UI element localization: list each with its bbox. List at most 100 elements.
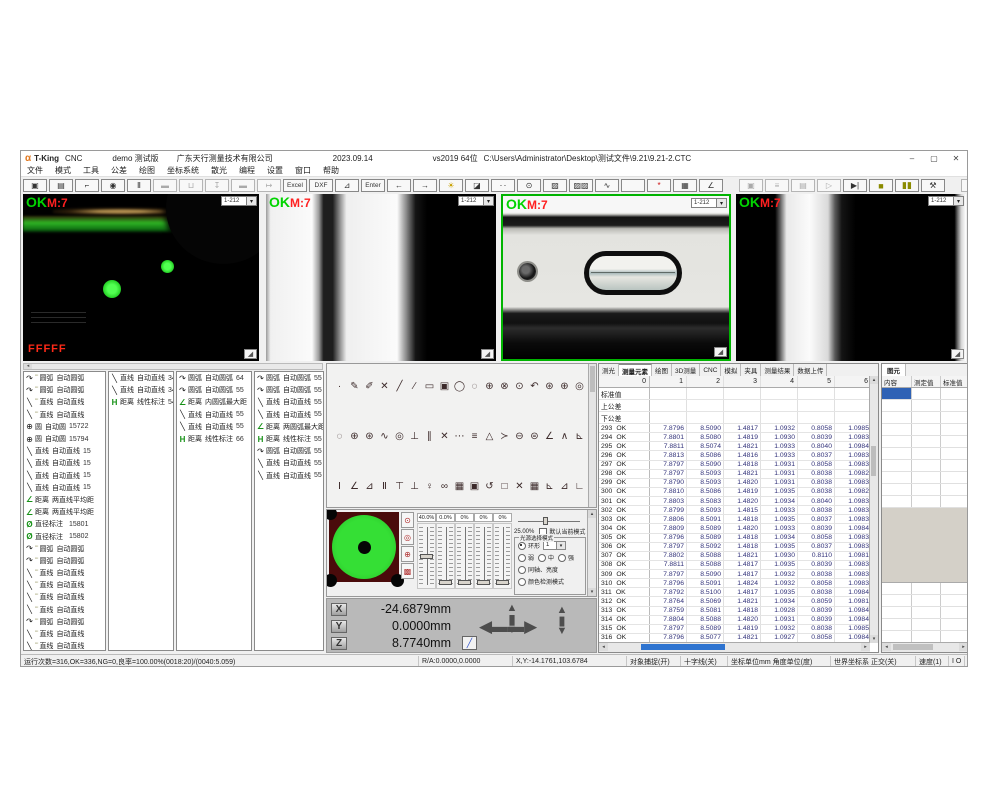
menu-窗口[interactable]: 窗口 <box>289 165 317 176</box>
list-item[interactable]: ↷'''圆弧自动圆弧 <box>24 616 105 628</box>
slider-thumb[interactable] <box>458 580 471 585</box>
excel-button[interactable]: Excel <box>283 179 307 192</box>
slider-track[interactable] <box>455 523 474 589</box>
level-weak-radio[interactable] <box>518 554 526 562</box>
measure-tool-button[interactable]: ⊖ <box>512 428 527 444</box>
jog-down-icon[interactable]: ▼ <box>505 625 519 635</box>
slider-thumb[interactable] <box>477 580 490 585</box>
z-down-icon[interactable]: ▼ <box>555 626 569 636</box>
feature-lists-scrollbar[interactable]: ◂ <box>23 363 323 370</box>
enter-button[interactable]: Enter <box>361 179 385 192</box>
table-row[interactable]: 310OK7.87968.50911.48241.09320.80581.098… <box>599 579 870 588</box>
save-button[interactable]: ▣ <box>23 179 47 192</box>
menu-文件[interactable]: 文件 <box>21 165 49 176</box>
play-outline-button[interactable]: ▷ <box>817 179 841 192</box>
scroll-left-icon[interactable]: ◂ <box>599 643 608 651</box>
element-row[interactable] <box>882 595 968 607</box>
chevron-down-icon[interactable]: ▾ <box>717 198 727 208</box>
jog-right-icon[interactable]: ▶ <box>524 617 535 636</box>
element-panel-scrollbar[interactable]: ◂ ▸ <box>882 642 968 652</box>
z-jog-arrows[interactable]: ▲▮▼ <box>555 605 569 636</box>
panel2-button[interactable]: ▬ <box>231 179 255 192</box>
tab-CNC[interactable]: CNC <box>700 364 721 376</box>
measure-tool-button[interactable]: ⊜ <box>527 428 542 444</box>
jog-arrows[interactable]: ◀▬▬▶ ▲▮▼ <box>479 603 545 649</box>
list-item[interactable]: ↷圆弧自动圆弧55 <box>255 372 323 384</box>
element-row[interactable] <box>882 388 968 400</box>
list-item[interactable]: ↷'''圆弧自动圆弧 <box>24 555 105 567</box>
table-row[interactable]: 297OK7.87978.50901.48181.09310.80581.098… <box>599 461 870 470</box>
table-row[interactable]: 308OK7.88118.50881.48171.09350.80391.098… <box>599 561 870 570</box>
table-row[interactable]: 312OK7.87648.50691.48211.09340.80591.098… <box>599 597 870 606</box>
measure-tool-button[interactable]: ⊕ <box>347 428 362 444</box>
measure-tool-button[interactable]: ↺ <box>482 478 497 494</box>
ring-select[interactable]: 1▾ <box>543 541 566 550</box>
menu-编程[interactable]: 编程 <box>233 165 261 176</box>
measure-tool-button[interactable]: ⊛ <box>362 428 377 444</box>
menu-设置[interactable]: 设置 <box>261 165 289 176</box>
slider-track[interactable] <box>474 523 493 589</box>
table-row[interactable]: 296OK7.88138.50861.48161.09330.80371.098… <box>599 451 870 460</box>
element-row[interactable] <box>882 496 968 508</box>
measure-tool-button[interactable]: ∞ <box>437 478 452 494</box>
camera-view-2[interactable]: OKM:7 1-212▾ ◢ <box>266 194 496 361</box>
list-item[interactable]: ↷圆弧自动圆弧55 <box>255 445 323 457</box>
camera1-range-dropdown[interactable]: 1-212▾ <box>221 196 257 206</box>
table-row[interactable]: 305OK7.87968.50891.48181.09340.80581.098… <box>599 534 870 543</box>
tab-测量结果[interactable]: 测量结果 <box>761 364 794 376</box>
list-item[interactable]: ∠距离内圆弧最大距 <box>177 396 251 408</box>
measure-tool-button[interactable]: ⊕ <box>557 378 572 394</box>
list-item[interactable]: ╲'''直线自动直线 <box>24 567 105 579</box>
close-button[interactable]: ✕ <box>945 152 967 165</box>
measure-tool-button[interactable]: ⊙ <box>512 378 527 394</box>
measure-tool-button[interactable]: ◎ <box>392 428 407 444</box>
measure-down-button[interactable]: ↧ <box>205 179 229 192</box>
list-item[interactable]: ╲直线自动直线15 <box>24 445 105 457</box>
list-item[interactable]: ∠距离两圆弧最大距 <box>255 421 323 433</box>
table-row[interactable]: 315OK7.87978.50891.48191.09320.80381.098… <box>599 625 870 634</box>
list-item[interactable]: ╲直线自动直线55 <box>255 457 323 469</box>
slider-thumb[interactable] <box>420 554 433 559</box>
hatch-wide-button[interactable]: ▨▨ <box>569 179 593 192</box>
jog-left-icon[interactable]: ◀ <box>479 617 490 636</box>
element-row[interactable] <box>882 436 968 448</box>
edge-tool-button[interactable]: ⌐ <box>75 179 99 192</box>
camera2-range-dropdown[interactable]: 1-212▾ <box>458 196 494 206</box>
folder2-button[interactable]: ▤ <box>791 179 815 192</box>
list-item[interactable]: ╲直线自动直线15 <box>24 482 105 494</box>
list-item[interactable]: ↷圆弧自动圆弧55 <box>255 384 323 396</box>
chevron-down-icon[interactable]: ▾ <box>247 196 257 206</box>
measure-tool-button[interactable]: ✕ <box>437 428 452 444</box>
list-item[interactable]: ↷'''圆弧自动圆弧 <box>24 384 105 396</box>
measure-tool-button[interactable]: Ⅱ <box>377 478 392 494</box>
star-button[interactable]: * <box>647 179 671 192</box>
measure-tool-button[interactable]: ⊕ <box>482 378 497 394</box>
menu-绘图[interactable]: 绘图 <box>133 165 161 176</box>
list-item[interactable]: ╲'''直线自动直线 <box>24 640 105 651</box>
light-button[interactable]: ☀ <box>439 179 463 192</box>
list-item[interactable]: ⊕圆自动圆15794 <box>24 433 105 445</box>
scroll-up-icon[interactable]: ▴ <box>870 376 878 384</box>
measure-tool-button[interactable]: ♀ <box>422 478 437 494</box>
list-item[interactable]: H距离线性标注55 <box>255 433 323 445</box>
element-row[interactable] <box>882 484 968 496</box>
slider-thumb[interactable] <box>496 580 509 585</box>
element-row[interactable] <box>882 472 968 484</box>
table-row[interactable]: 298OK7.87978.50931.48211.09310.80381.098… <box>599 470 870 479</box>
light-pad-button[interactable]: ⊙ <box>401 512 414 528</box>
measure-tool-button[interactable]: · <box>332 378 347 394</box>
camera4-resize-grip[interactable]: ◢ <box>951 349 964 359</box>
camera-view-4[interactable]: OKM:7 1-212▾ ◢ <box>736 194 966 361</box>
measure-tool-button[interactable]: ↶ <box>527 378 542 394</box>
scroll-down-icon[interactable]: ▾ <box>588 588 596 596</box>
hatch-button[interactable]: ▨ <box>543 179 567 192</box>
element-row[interactable] <box>882 460 968 472</box>
measure-tool-button[interactable]: ✕ <box>512 478 527 494</box>
master-light-slider[interactable] <box>518 517 580 525</box>
table-row[interactable]: 309OK7.87978.50901.48171.09320.80381.098… <box>599 570 870 579</box>
hammer-button[interactable]: ⚒ <box>921 179 945 192</box>
list-item[interactable]: ∠距离两直线平均距 <box>24 494 105 506</box>
zoom-lasso-button[interactable]: ⊙ <box>517 179 541 192</box>
measure-tool-button[interactable]: ⊗ <box>497 378 512 394</box>
measure-tool-button[interactable]: ∠ <box>347 478 362 494</box>
